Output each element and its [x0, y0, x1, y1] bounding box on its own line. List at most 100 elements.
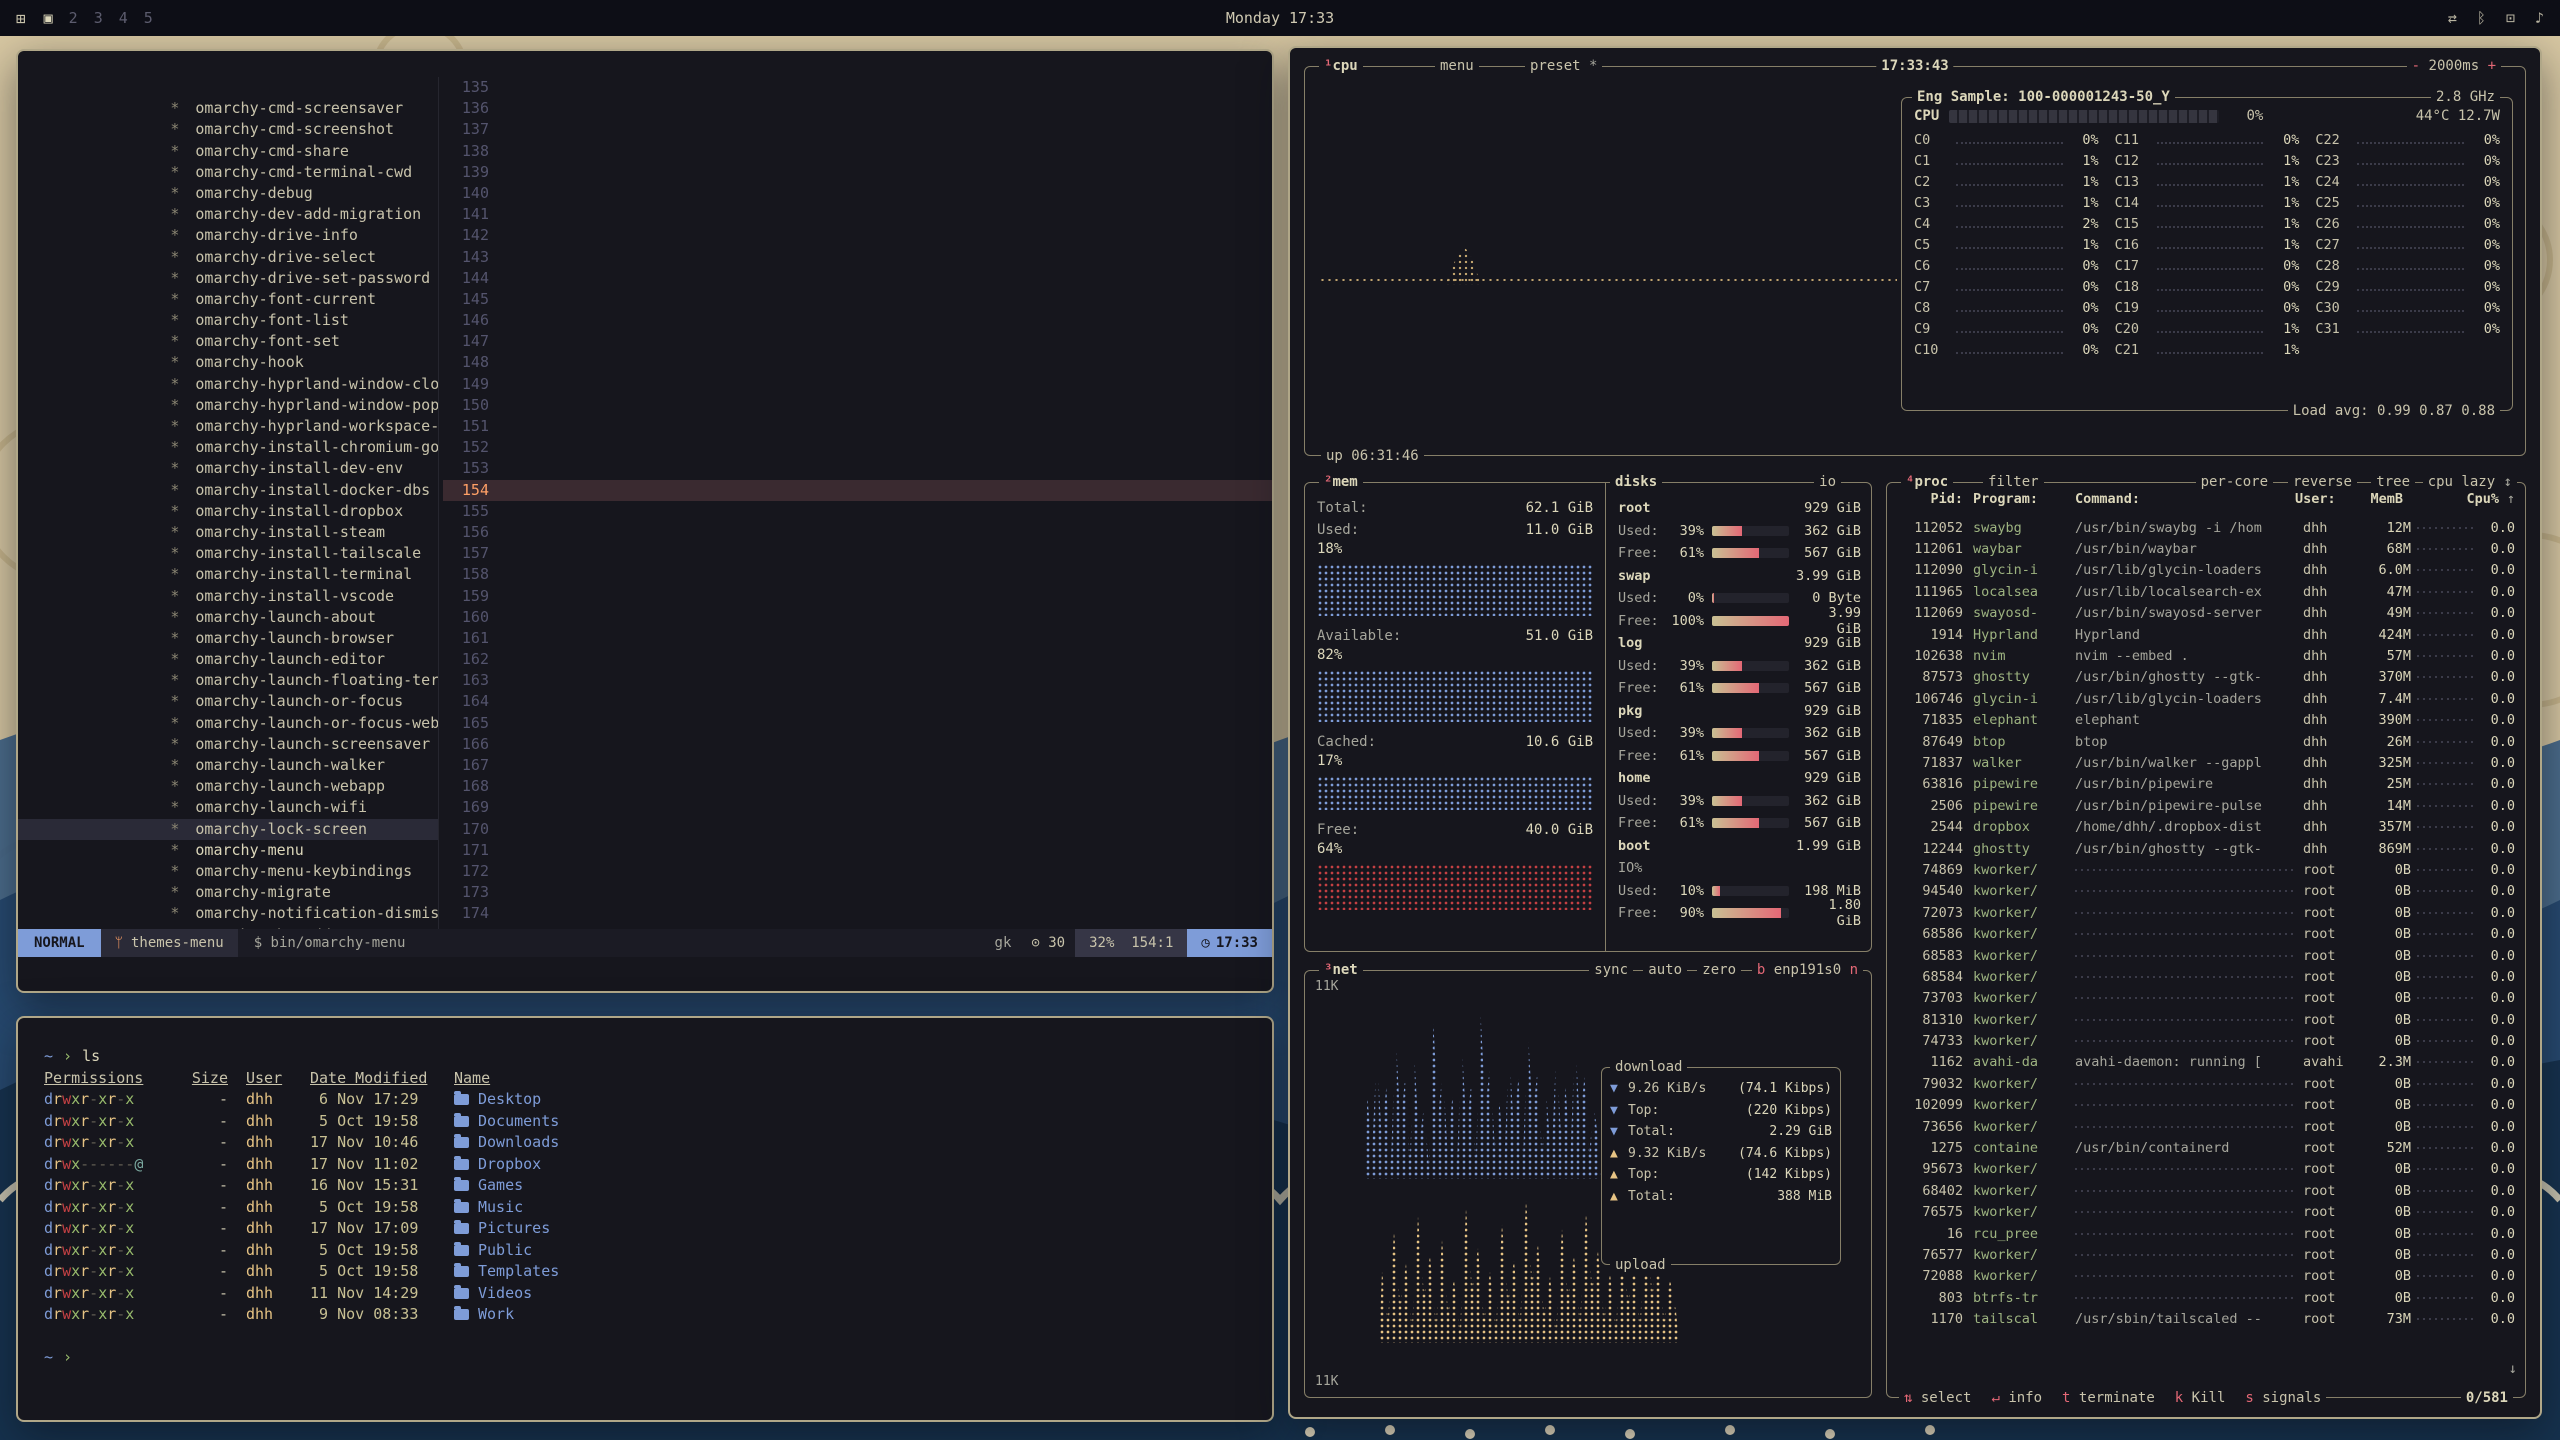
process-row[interactable]: 112061 waybar /usr/bin/waybar dhh 68M 0.…: [1893, 538, 2519, 559]
per-core-toggle[interactable]: per-core: [2196, 472, 2273, 492]
proc-action-button[interactable]: ⇅ select: [1904, 1388, 1971, 1408]
sort-control[interactable]: cpu lazy ↕: [2423, 472, 2517, 492]
command: [2075, 955, 2297, 957]
proc-user: dhh: [2303, 562, 2361, 578]
launcher-icon[interactable]: ⊞: [16, 9, 26, 28]
process-row[interactable]: 102099 kworker/ root 0B 0.0: [1893, 1095, 2519, 1116]
process-row[interactable]: 12244 ghostty /usr/bin/ghostty --gtk- dh…: [1893, 838, 2519, 859]
date-modified: 6 Nov 17:29: [294, 1089, 454, 1111]
preset-button[interactable]: preset *: [1525, 56, 1602, 76]
clock[interactable]: Monday 17:33: [1226, 9, 1334, 27]
io-toggle[interactable]: io: [1814, 472, 1841, 492]
proc-tab[interactable]: ⁴proc: [1901, 472, 1953, 492]
code-line: 161 theme=$(menu "Font" "$(omarchy-font-…: [443, 628, 1272, 649]
command-line-area[interactable]: [18, 957, 1272, 991]
process-row[interactable]: 68586 kworker/ root 0B 0.0: [1893, 923, 2519, 944]
menu-button[interactable]: menu: [1435, 56, 1479, 76]
process-row[interactable]: 63816 pipewire /usr/bin/pipewire dhh 25M…: [1893, 774, 2519, 795]
process-row[interactable]: 87573 ghostty /usr/bin/ghostty --gtk- dh…: [1893, 667, 2519, 688]
file-list-pane[interactable]: *omarchy-cmd-screensaver *omarchy-cmd-sc…: [18, 77, 438, 929]
tree-toggle[interactable]: tree: [2371, 472, 2415, 492]
refresh-rate-control[interactable]: - 2000ms +: [2407, 56, 2501, 76]
process-row[interactable]: 74869 kworker/ root 0B 0.0: [1893, 859, 2519, 880]
process-row[interactable]: 95673 kworker/ root 0B 0.0: [1893, 1159, 2519, 1180]
process-row[interactable]: 102638 nvim nvim --embed . dhh 57M 0.0: [1893, 645, 2519, 666]
process-row[interactable]: 72088 kworker/ root 0B 0.0: [1893, 1266, 2519, 1287]
net-sync-button[interactable]: sync: [1589, 960, 1633, 980]
process-row[interactable]: 68402 kworker/ root 0B 0.0: [1893, 1180, 2519, 1201]
workspace-button[interactable]: 4: [119, 9, 128, 27]
process-row[interactable]: 79032 kworker/ root 0B 0.0: [1893, 1073, 2519, 1094]
process-row[interactable]: 72073 kworker/ root 0B 0.0: [1893, 902, 2519, 923]
network-icon[interactable]: ⇄: [2448, 9, 2457, 27]
process-row[interactable]: 76577 kworker/ root 0B 0.0: [1893, 1244, 2519, 1265]
net-interface[interactable]: b enp191s0 n: [1752, 960, 1863, 980]
reverse-toggle[interactable]: reverse: [2288, 472, 2357, 492]
process-row[interactable]: 71835 elephant elephant dhh 390M 0.0: [1893, 710, 2519, 731]
process-table[interactable]: 112052 swaybg /usr/bin/swaybg -i /hom dh…: [1893, 517, 2519, 1381]
pid: 2544: [1897, 819, 1963, 835]
process-row[interactable]: 1170 tailscal /usr/sbin/tailscaled -- ro…: [1893, 1308, 2519, 1329]
proc-action-button[interactable]: ↵ info: [1991, 1388, 2042, 1408]
process-row[interactable]: 73703 kworker/ root 0B 0.0: [1893, 988, 2519, 1009]
process-row[interactable]: 112090 glycin-i /usr/lib/glycin-loaders …: [1893, 560, 2519, 581]
table-row: drwxr-xr-x - dhh 5 Oct 19:58 Documents: [44, 1111, 1246, 1133]
net-tab[interactable]: ³net: [1319, 960, 1363, 980]
workspace-button[interactable]: 3: [94, 9, 103, 27]
file-list-item[interactable]: *omarchy-cmd-screensaver: [18, 77, 438, 98]
workspace-button[interactable]: 2: [69, 9, 78, 27]
process-row[interactable]: 68584 kworker/ root 0B 0.0: [1893, 966, 2519, 987]
command: avahi-daemon: running [: [2075, 1054, 2303, 1070]
proc-mem: 0B: [2361, 948, 2411, 964]
process-row[interactable]: 81310 kworker/ root 0B 0.0: [1893, 1009, 2519, 1030]
core-row: C250%: [2315, 195, 2500, 216]
workspace-button[interactable]: 5: [144, 9, 153, 27]
folder-icon: [454, 1266, 469, 1277]
display-icon[interactable]: ⊡: [2506, 9, 2515, 27]
process-row[interactable]: 87649 btop btop dhh 26M 0.0: [1893, 731, 2519, 752]
proc-action-button[interactable]: s signals: [2245, 1388, 2321, 1408]
disks-tab[interactable]: disks: [1610, 472, 1662, 492]
scroll-up-icon[interactable]: ↑: [2499, 491, 2515, 507]
process-row[interactable]: 112069 swayosd- /usr/bin/swayosd-server …: [1893, 603, 2519, 624]
process-row[interactable]: 2544 dropbox /home/dhh/.dropbox-dist dhh…: [1893, 816, 2519, 837]
proc-action-button[interactable]: k Kill: [2175, 1388, 2226, 1408]
process-row[interactable]: 71837 walker /usr/bin/walker --gappl dhh…: [1893, 752, 2519, 773]
command: [2075, 933, 2297, 935]
volume-icon[interactable]: ♪: [2535, 9, 2544, 27]
process-row[interactable]: 803 btrfs-tr root 0B 0.0: [1893, 1287, 2519, 1308]
process-row[interactable]: 112052 swaybg /usr/bin/swaybg -i /hom dh…: [1893, 517, 2519, 538]
date-modified: 5 Oct 19:58: [294, 1261, 454, 1283]
prompt-line[interactable]: ~ ›: [44, 1347, 1246, 1369]
file-name: omarchy-drive-info: [195, 226, 358, 244]
process-row[interactable]: 68583 kworker/ root 0B 0.0: [1893, 945, 2519, 966]
bluetooth-icon[interactable]: ᛒ: [2477, 9, 2486, 27]
lsp-status: ⊙ 30: [1021, 929, 1075, 957]
workspace-button[interactable]: ▣: [44, 9, 53, 27]
process-row[interactable]: 1162 avahi-da avahi-daemon: running [ av…: [1893, 1052, 2519, 1073]
scroll-down-icon[interactable]: ↓: [2509, 1361, 2517, 1377]
line-number: 136: [443, 98, 489, 119]
file-name: omarchy-install-tailscale: [195, 544, 421, 562]
process-row[interactable]: 111965 localsea /usr/lib/localsearch-ex …: [1893, 581, 2519, 602]
net-auto-button[interactable]: auto: [1643, 960, 1687, 980]
cpu-tab[interactable]: ¹cpu: [1319, 56, 1363, 76]
process-row[interactable]: 1275 containe /usr/bin/containerd root 5…: [1893, 1137, 2519, 1158]
mem-tab[interactable]: ²mem: [1319, 472, 1363, 492]
process-row[interactable]: 74733 kworker/ root 0B 0.0: [1893, 1030, 2519, 1051]
code-editor[interactable]: 135 case $(menu "Toggle" "▣ Screensaver\…: [438, 77, 1272, 929]
process-row[interactable]: 106746 glycin-i /usr/lib/glycin-loaders …: [1893, 688, 2519, 709]
proc-user: root: [2303, 1012, 2361, 1028]
process-row[interactable]: 1914 Hyprland Hyprland dhh 424M 0.0: [1893, 624, 2519, 645]
terminal-output[interactable]: ~ › ls Permissions Size User Date Modifi…: [18, 1018, 1272, 1397]
process-row[interactable]: 73656 kworker/ root 0B 0.0: [1893, 1116, 2519, 1137]
upload-arrow-icon: ▲: [1610, 1146, 1628, 1161]
entry-name: Public: [454, 1240, 1246, 1262]
filter-button[interactable]: filter: [1983, 472, 2044, 492]
process-row[interactable]: 76575 kworker/ root 0B 0.0: [1893, 1202, 2519, 1223]
net-zero-button[interactable]: zero: [1697, 960, 1741, 980]
process-row[interactable]: 94540 kworker/ root 0B 0.0: [1893, 881, 2519, 902]
process-row[interactable]: 2506 pipewire /usr/bin/pipewire-pulse dh…: [1893, 795, 2519, 816]
process-row[interactable]: 16 rcu_pree root 0B 0.0: [1893, 1223, 2519, 1244]
proc-action-button[interactable]: t terminate: [2062, 1388, 2155, 1408]
